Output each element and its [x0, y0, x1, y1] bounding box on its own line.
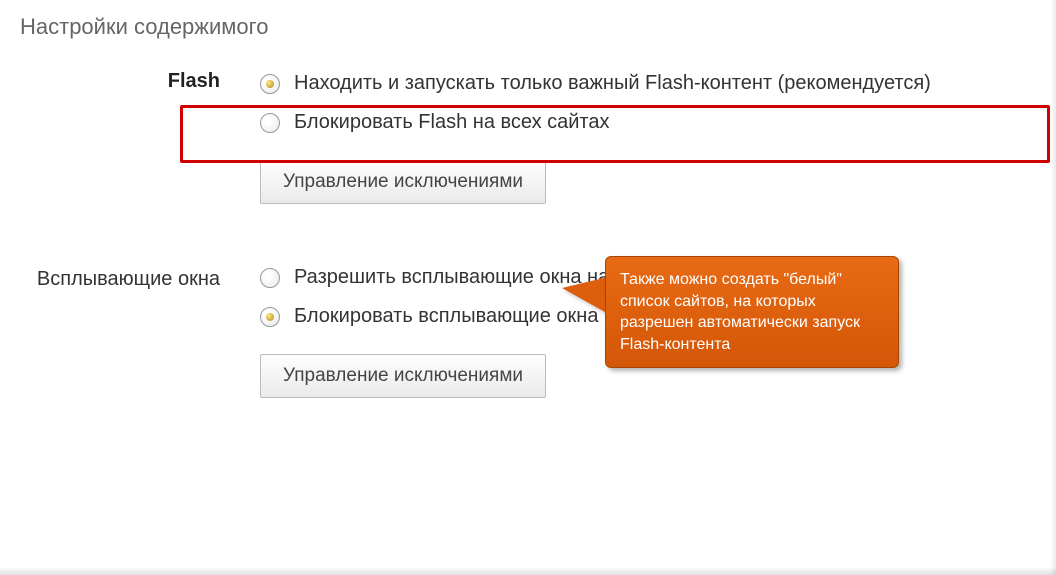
radio-icon: [260, 113, 280, 133]
page-shadow: [0, 567, 1056, 575]
radio-icon: [260, 307, 280, 327]
radio-icon: [260, 268, 280, 288]
radio-row-flash-block[interactable]: Блокировать Flash на всех сайтах: [260, 103, 1040, 142]
page-title: Настройки содержимого: [0, 0, 1056, 50]
section-label-flash: Flash: [0, 60, 260, 93]
manage-exceptions-button-flash[interactable]: Управление исключениями: [260, 160, 546, 204]
radio-row-flash-run[interactable]: Находить и запускать только важный Flash…: [260, 64, 1040, 103]
manage-exceptions-button-popups[interactable]: Управление исключениями: [260, 354, 546, 398]
radio-label: Находить и запускать только важный Flash…: [294, 72, 931, 95]
section-label-popups: Всплывающие окна: [0, 258, 260, 291]
callout-text: Также можно создать "белый" список сайто…: [620, 271, 860, 353]
radio-label: Блокировать Flash на всех сайтах: [294, 111, 610, 134]
section-flash: Flash Находить и запускать только важный…: [0, 60, 1056, 210]
section-body-flash: Находить и запускать только важный Flash…: [260, 60, 1056, 210]
annotation-callout: Также можно создать "белый" список сайто…: [605, 256, 899, 368]
radio-icon: [260, 74, 280, 94]
